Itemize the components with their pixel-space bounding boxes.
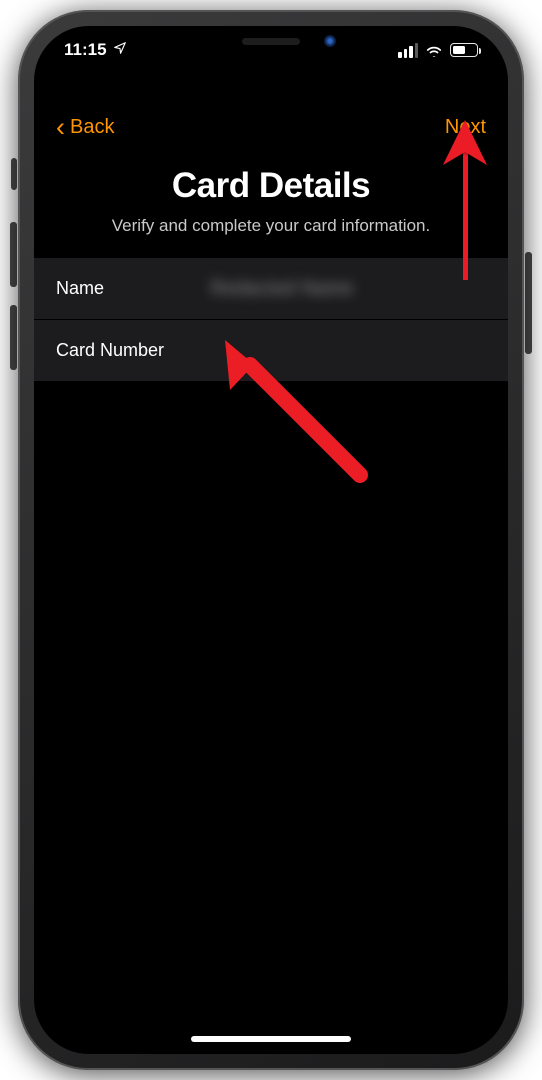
next-button[interactable]: Next [445,116,486,139]
card-form: Name Redacted Name Card Number [34,258,508,382]
phone-frame: 11:15 [18,10,524,1070]
name-value: Redacted Name [211,278,486,299]
name-row[interactable]: Name Redacted Name [34,258,508,320]
home-indicator[interactable] [191,1036,351,1042]
card-number-row[interactable]: Card Number [34,320,508,382]
nav-bar: ‹ Back Next [34,104,508,150]
volume-down-button[interactable] [10,305,17,370]
status-left: 11:15 [64,40,127,60]
power-button[interactable] [525,252,532,354]
cellular-icon [398,43,418,58]
page-subtitle: Verify and complete your card informatio… [34,216,508,236]
back-label: Back [70,116,114,139]
card-number-input[interactable] [211,340,486,361]
battery-icon [450,43,478,57]
page-title: Card Details [34,166,508,206]
status-time: 11:15 [64,40,107,60]
wifi-icon [424,43,444,57]
card-number-label: Card Number [56,340,211,361]
notch [158,26,384,60]
silence-switch[interactable] [11,158,17,190]
back-button[interactable]: ‹ Back [56,114,114,141]
name-label: Name [56,278,211,299]
volume-up-button[interactable] [10,222,17,287]
next-label: Next [445,116,486,138]
status-right [398,43,478,58]
screen: 11:15 [34,26,508,1054]
location-icon [113,40,127,60]
chevron-left-icon: ‹ [56,114,65,141]
